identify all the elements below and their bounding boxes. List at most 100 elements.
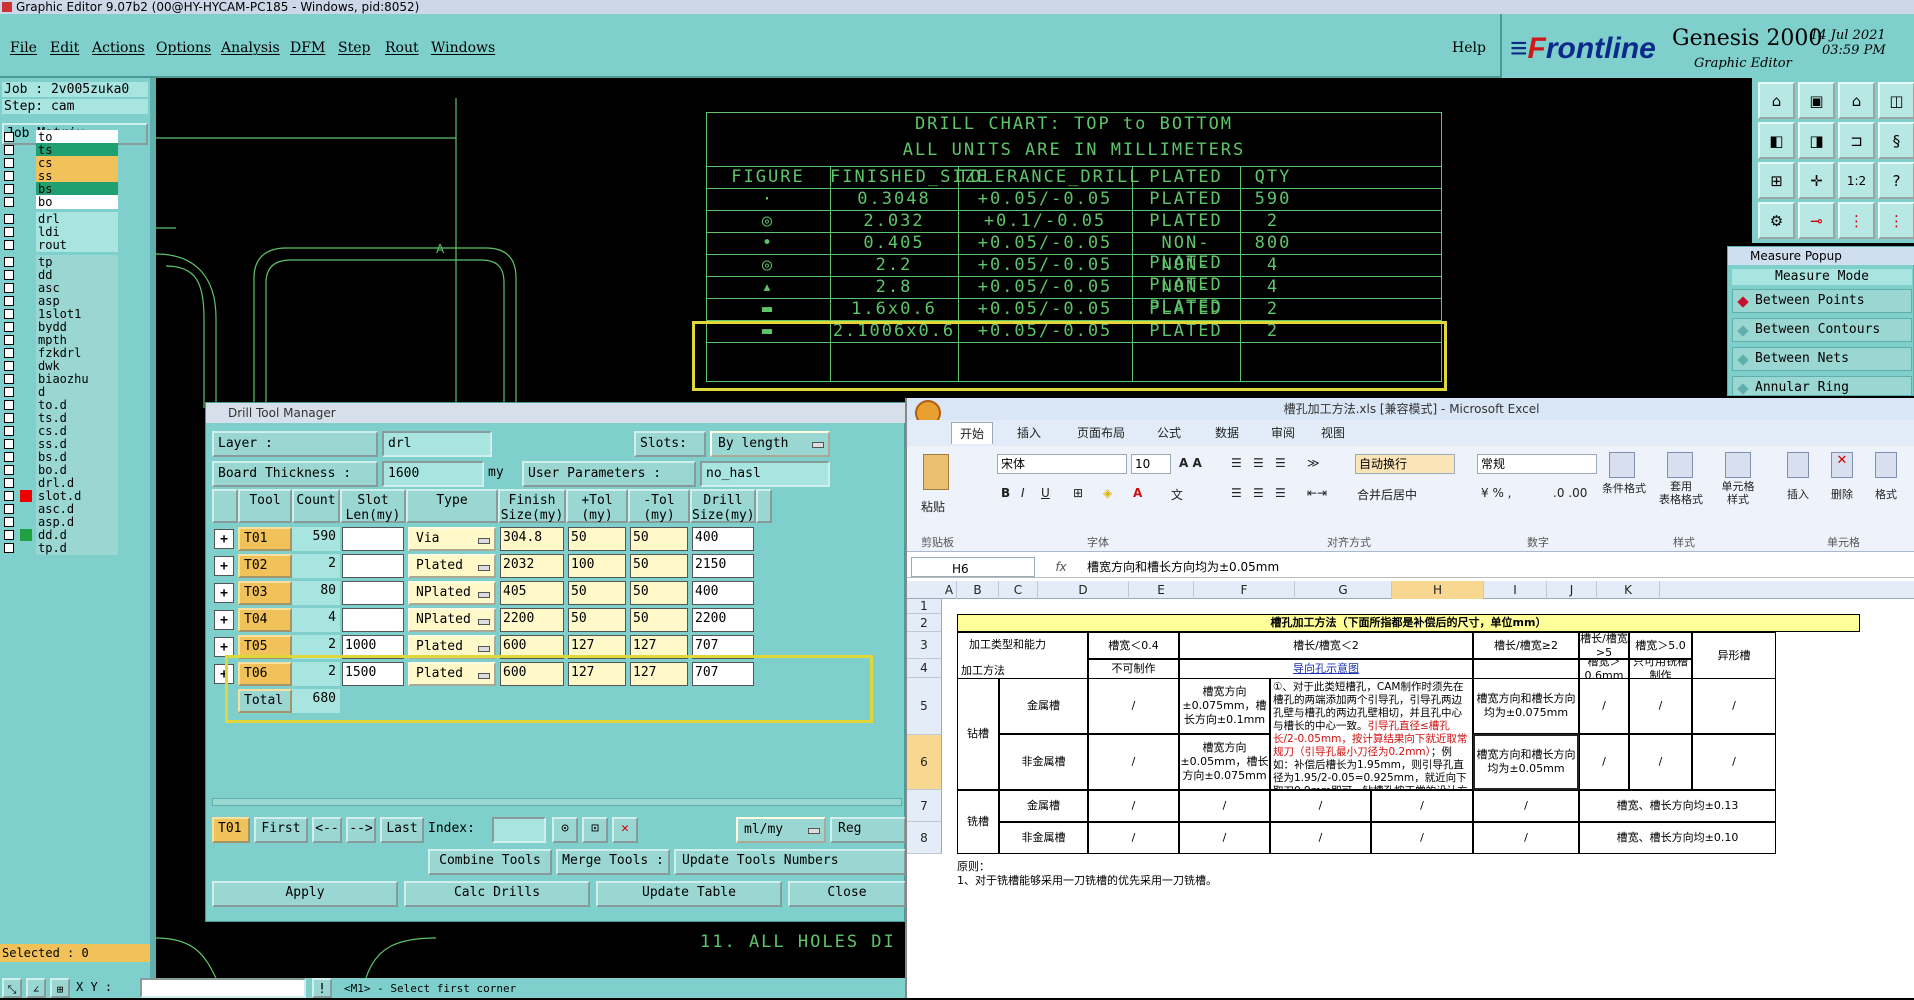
layer-row-dwk[interactable]: dwk [2, 359, 118, 373]
menu-windows[interactable]: Windows [431, 40, 495, 56]
grid-icon[interactable]: ⊞ [50, 978, 70, 998]
menu-help[interactable]: Help [1452, 40, 1486, 56]
layer-row-ldi[interactable]: ldi [2, 225, 118, 239]
index-field[interactable] [492, 817, 546, 843]
layer-checkbox[interactable] [4, 322, 14, 332]
type-select[interactable]: Via [408, 527, 496, 551]
name-box[interactable]: H6 [911, 557, 1035, 577]
underline-icon[interactable]: U [1041, 486, 1050, 500]
column-header-F[interactable]: F [1194, 581, 1295, 599]
minus-tol-input[interactable]: 50 [630, 581, 688, 605]
search-icon[interactable]: ⊙ [552, 817, 578, 843]
row-header-2[interactable]: 2 [907, 614, 942, 632]
tool-help-icon[interactable]: ? [1878, 162, 1914, 199]
user-params-field[interactable]: no_hasl [700, 461, 830, 487]
layer-row-mpth[interactable]: mpth [2, 333, 118, 347]
font-name-select[interactable]: 宋体 [997, 454, 1127, 474]
layer-checkbox[interactable] [4, 504, 14, 514]
tool-house-icon[interactable]: ⌂ [1838, 82, 1875, 119]
column-header-D[interactable]: D [1038, 581, 1129, 599]
layer-row-ts[interactable]: ts [2, 143, 118, 157]
option-between-nets[interactable]: Between Nets [1732, 347, 1912, 371]
column-header-K[interactable]: K [1597, 581, 1660, 599]
layer-checkbox[interactable] [4, 214, 14, 224]
menu-step[interactable]: Step [338, 40, 370, 56]
delete-icon[interactable]: ✕ [612, 817, 638, 843]
row-header-6[interactable]: 6 [907, 735, 942, 790]
ribbon-tab-4[interactable]: 数据 [1215, 424, 1239, 441]
apply-button[interactable]: Apply [212, 881, 398, 907]
ribbon-tab-6[interactable]: 视图 [1321, 424, 1345, 441]
layer-row-biaozhu[interactable]: biaozhu [2, 372, 118, 386]
menu-file[interactable]: File [10, 40, 37, 56]
plus-tol-input[interactable]: 50 [568, 581, 626, 605]
number-format-select[interactable]: 常规 [1477, 454, 1597, 474]
align-middle-icon[interactable]: ☰ [1253, 456, 1264, 470]
tool-right-icon[interactable]: ◨ [1798, 122, 1835, 159]
layer-checkbox[interactable] [4, 478, 14, 488]
tool-display-icon[interactable]: ▣ [1798, 82, 1835, 119]
layer-row-ts-d[interactable]: ts.d [2, 411, 118, 425]
row-header-3[interactable]: 3 [907, 632, 942, 659]
tool-zoom-home-icon[interactable]: ⌂ [1758, 82, 1795, 119]
row-expand-icon[interactable]: + [214, 583, 234, 603]
tool-measure-icon[interactable]: ⚙ [1758, 202, 1795, 239]
tool-window-icon[interactable]: ◫ [1878, 82, 1914, 119]
ribbon-tab-5[interactable]: 审阅 [1271, 424, 1295, 441]
layer-checkbox[interactable] [4, 309, 14, 319]
row-expand-icon[interactable]: + [214, 637, 234, 657]
decimal-icon[interactable]: .0 .00 [1553, 486, 1587, 500]
finish-size-input[interactable]: 2032 [500, 554, 564, 578]
menu-actions[interactable]: Actions [92, 40, 145, 56]
drill-size-input[interactable]: 400 [692, 527, 754, 551]
next-button[interactable]: --> [346, 817, 376, 843]
layer-row-rout[interactable]: rout [2, 238, 118, 252]
layer-checkbox[interactable] [4, 517, 14, 527]
row-expand-icon[interactable]: + [214, 610, 234, 630]
minus-tol-input[interactable]: 50 [630, 527, 688, 551]
column-header-C[interactable]: C [999, 581, 1038, 599]
layer-row-cs-d[interactable]: cs.d [2, 424, 118, 438]
slots-select[interactable]: By length [710, 431, 830, 457]
layer-checkbox[interactable] [4, 171, 14, 181]
layer-checkbox[interactable] [4, 257, 14, 267]
tool-center-icon[interactable]: ✛ [1798, 162, 1835, 199]
tool-net-icon[interactable]: ⋮ [1838, 202, 1875, 239]
align-bottom-icon[interactable]: ☰ [1275, 456, 1286, 470]
row-header-7[interactable]: 7 [907, 790, 942, 822]
layer-row-bydd[interactable]: bydd [2, 320, 118, 334]
fill-color-icon[interactable]: ◈ [1103, 486, 1112, 500]
slot-len-input[interactable] [342, 581, 404, 605]
zoom-icon[interactable]: ⤡ [2, 978, 22, 998]
layer-row-bs-d[interactable]: bs.d [2, 450, 118, 464]
layer-checkbox[interactable] [4, 283, 14, 293]
bold-icon[interactable]: B [1001, 486, 1010, 500]
layer-checkbox[interactable] [4, 132, 14, 142]
insert-cells-button[interactable]: 插入 [1787, 486, 1809, 502]
ribbon-tab-0[interactable]: 开始 [951, 422, 994, 444]
layer-checkbox[interactable] [4, 452, 14, 462]
layer-row-to-d[interactable]: to.d [2, 398, 118, 412]
format-cells-button[interactable]: 格式 [1875, 486, 1897, 502]
italic-icon[interactable]: I [1021, 486, 1025, 500]
finish-size-input[interactable]: 2200 [500, 608, 564, 632]
table-format-button[interactable]: 套用 表格格式 [1653, 480, 1709, 506]
layer-row-bs[interactable]: bs [2, 182, 118, 196]
menu-edit[interactable]: Edit [50, 40, 79, 56]
horizontal-scrollbar[interactable] [212, 798, 902, 806]
type-select[interactable]: Plated [408, 554, 496, 578]
plus-tol-input[interactable]: 50 [568, 527, 626, 551]
menu-rout[interactable]: Rout [385, 40, 419, 56]
layer-checkbox[interactable] [4, 426, 14, 436]
tool-grid-icon[interactable]: ⋮ [1878, 202, 1914, 239]
align-center-icon[interactable]: ☰ [1253, 486, 1264, 500]
row-header-5[interactable]: 5 [907, 678, 942, 735]
paste-button[interactable]: 粘贴 [921, 498, 945, 515]
option-annular-ring[interactable]: Annular Ring [1732, 376, 1912, 396]
slot-len-input[interactable] [342, 608, 404, 632]
tool-probe-icon[interactable]: ⊸ [1798, 202, 1835, 239]
layer-checkbox[interactable] [4, 335, 14, 345]
reg-button[interactable]: Reg [830, 817, 906, 843]
update-table-button[interactable]: Update Table [596, 881, 782, 907]
column-header-E[interactable]: E [1129, 581, 1194, 599]
